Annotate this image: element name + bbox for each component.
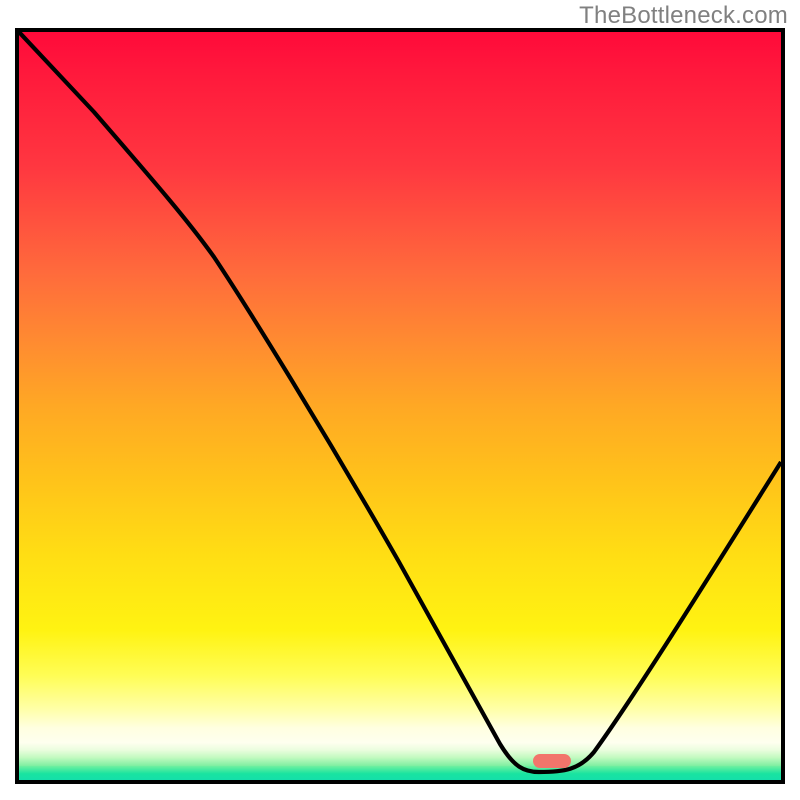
curve-svg bbox=[19, 32, 781, 780]
chart-frame: TheBottleneck.com bbox=[0, 0, 800, 800]
plot-area bbox=[15, 28, 785, 784]
watermark-text: TheBottleneck.com bbox=[579, 2, 788, 30]
optimum-marker bbox=[533, 754, 571, 768]
bottleneck-curve-path bbox=[19, 32, 781, 772]
